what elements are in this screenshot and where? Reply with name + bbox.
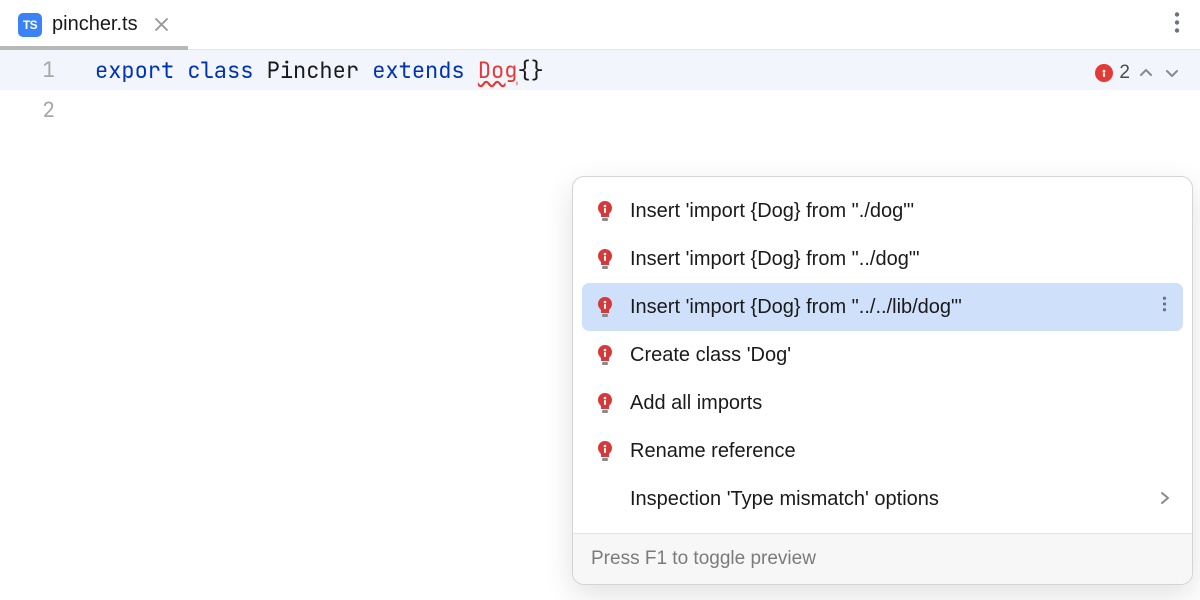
typescript-icon: TS: [18, 13, 42, 37]
bulb-error-icon: [594, 296, 616, 318]
editor-area[interactable]: 1 export class Pincher extends Dog{} 2 2…: [0, 50, 1200, 600]
chevron-right-icon: [1159, 488, 1171, 511]
next-error-button[interactable]: [1162, 65, 1182, 81]
quickfix-popup: Insert 'import {Dog} from "./dog"' Inser…: [572, 176, 1193, 585]
quickfix-item-import-1[interactable]: Insert 'import {Dog} from "./dog"': [582, 187, 1183, 235]
bulb-error-icon: [594, 344, 616, 366]
prev-error-button[interactable]: [1136, 65, 1156, 81]
quickfix-label: Create class 'Dog': [630, 344, 1171, 367]
quickfix-item-create-class[interactable]: Create class 'Dog': [582, 331, 1183, 379]
error-count: 2: [1119, 62, 1130, 84]
bulb-error-icon: [594, 248, 616, 270]
quickfix-label: Inspection 'Type mismatch' options: [630, 488, 1159, 511]
tab-filename: pincher.ts: [52, 13, 138, 36]
quickfix-label: Rename reference: [630, 440, 1171, 463]
bulb-error-icon: [594, 200, 616, 222]
quickfix-label: Insert 'import {Dog} from "../../lib/dog…: [630, 296, 1158, 319]
quickfix-label: Add all imports: [630, 392, 1171, 415]
quickfix-label: Insert 'import {Dog} from "../dog"': [630, 248, 1171, 271]
braces: {}: [517, 56, 543, 85]
code-content[interactable]: export class Pincher extends Dog{}: [95, 56, 544, 85]
bulb-error-icon: [594, 392, 616, 414]
bulb-error-icon: [594, 440, 616, 462]
line-number: 1: [0, 57, 95, 84]
code-line[interactable]: 1 export class Pincher extends Dog{}: [0, 50, 1200, 90]
class-name: Pincher: [267, 56, 359, 85]
quickfix-item-rename-reference[interactable]: Rename reference: [582, 427, 1183, 475]
inspection-widget[interactable]: 2: [1095, 62, 1182, 84]
quickfix-label: Insert 'import {Dog} from "./dog"': [630, 200, 1171, 223]
error-icon: [1095, 64, 1113, 82]
keyword-extends: extends: [372, 56, 464, 85]
error-reference[interactable]: Dog: [478, 56, 518, 85]
more-menu-button[interactable]: [1174, 11, 1180, 38]
popup-footer-hint: Press F1 to toggle preview: [573, 533, 1192, 584]
quickfix-item-import-3[interactable]: Insert 'import {Dog} from "../../lib/dog…: [582, 283, 1183, 331]
quickfix-item-import-2[interactable]: Insert 'import {Dog} from "../dog"': [582, 235, 1183, 283]
keyword-class: class: [187, 56, 253, 85]
code-line[interactable]: 2: [0, 90, 1200, 130]
close-tab-button[interactable]: [154, 17, 170, 33]
quickfix-item-add-all-imports[interactable]: Add all imports: [582, 379, 1183, 427]
item-more-button[interactable]: [1158, 295, 1171, 319]
keyword-export: export: [95, 56, 174, 85]
quickfix-item-inspection-options[interactable]: Inspection 'Type mismatch' options: [582, 475, 1183, 523]
editor-tab[interactable]: TS pincher.ts: [0, 0, 188, 49]
line-number: 2: [0, 97, 95, 124]
